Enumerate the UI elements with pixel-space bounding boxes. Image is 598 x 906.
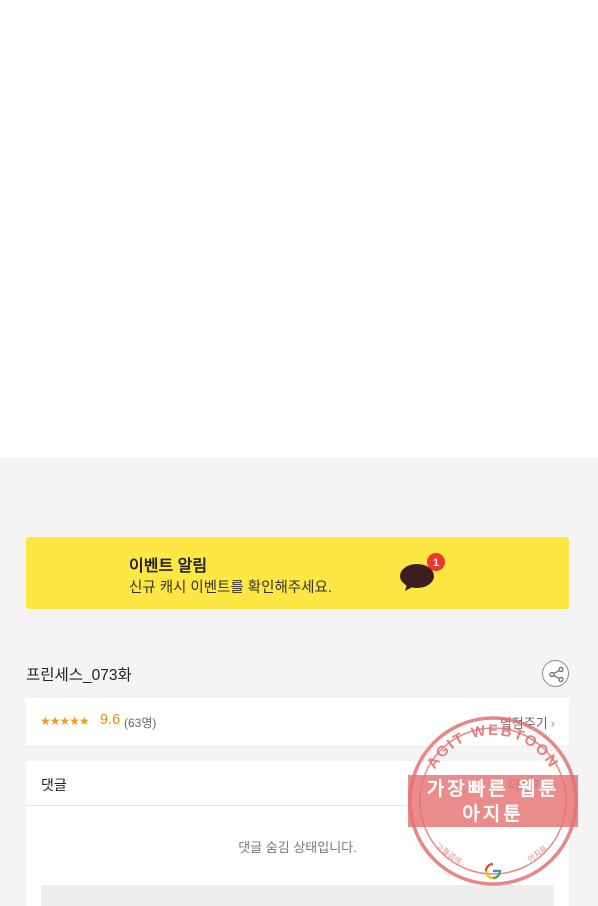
event-title: 이벤트 알림 (129, 558, 208, 575)
comment-input[interactable] (41, 885, 554, 906)
share-icon (549, 666, 564, 683)
event-banner[interactable]: 이벤트 알림 신규 캐시 이벤트를 확인해주세요. 1 (26, 537, 569, 609)
comments-hidden-notice: 댓글 숨김 상태입니다. (238, 840, 357, 855)
rating-stars: ★★★★★ (40, 714, 90, 728)
more-comments-button[interactable]: 더보기 (508, 775, 544, 794)
comment-section: 댓글 더보기 댓글 숨김 상태입니다. (26, 761, 569, 906)
badge-count: 1 (433, 557, 439, 569)
comment-label: 댓글 (41, 777, 67, 793)
comment-header: 댓글 더보기 (26, 761, 569, 806)
chevron-right-icon: › (550, 716, 555, 731)
share-button[interactable] (542, 660, 569, 687)
rating-count: (63명) (124, 716, 157, 730)
rating-score: 9.6 (100, 712, 121, 728)
event-description: 신규 캐시 이벤트를 확인해주세요. (129, 580, 332, 596)
episode-title: 프린세스_073화 (26, 667, 132, 684)
rate-button[interactable]: 별점주기 › (500, 713, 555, 732)
rate-button-label: 별점주기 (499, 716, 548, 731)
webtoon-content-area (0, 0, 598, 458)
chat-bubble-icon: 1 (400, 553, 445, 591)
rating-box: ★★★★★ 9.6 (63명) 별점주기 › (26, 698, 569, 745)
